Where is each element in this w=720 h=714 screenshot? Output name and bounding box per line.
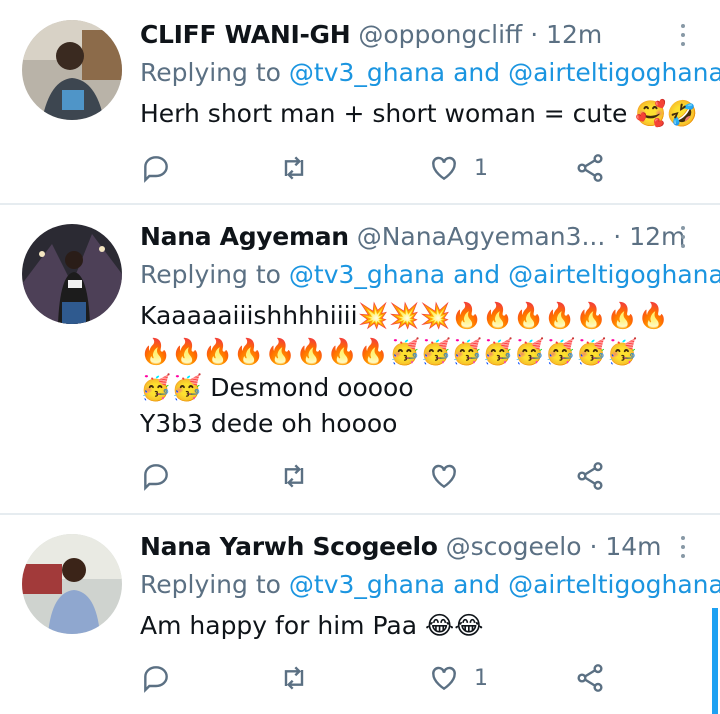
like-button[interactable]: 1 [428, 148, 488, 188]
avatar[interactable] [22, 534, 122, 634]
retweet-button[interactable] [278, 658, 310, 698]
mention-link[interactable]: @airteltigoghana [508, 260, 720, 289]
tweet-actions [0, 456, 720, 496]
mention-link[interactable]: @airteltigoghana [508, 58, 720, 87]
display-name[interactable]: Nana Yarwh Scogeelo [140, 532, 438, 561]
user-handle[interactable]: @scogeelo [446, 532, 582, 561]
like-count: 1 [474, 155, 488, 181]
like-button[interactable]: 1 [428, 658, 488, 698]
separator-dot: · [589, 532, 598, 561]
replying-to: Replying to @tv3_ghana and @airteltigogh… [140, 56, 720, 90]
replying-to-label: Replying to [140, 570, 281, 599]
retweet-button[interactable] [278, 148, 310, 188]
more-vertical-icon[interactable] [676, 24, 690, 50]
reply-button[interactable] [140, 456, 172, 496]
like-button[interactable] [428, 456, 474, 496]
tweet-text-line: 🔥🔥🔥🔥🔥🔥🔥🔥🥳🥳🥳🥳🥳🥳🥳🥳 [140, 337, 639, 366]
divider [0, 513, 720, 515]
mention-link[interactable]: @tv3_ghana [289, 260, 445, 289]
tweet-text: Herh short man + short woman = cute 🥰🤣 [140, 96, 700, 132]
display-name[interactable]: CLIFF WANI-GH [140, 20, 351, 49]
reply-button[interactable] [140, 658, 172, 698]
share-button[interactable] [574, 658, 606, 698]
and-word: and [453, 260, 501, 289]
tweet-actions: 1 [0, 658, 720, 698]
tweet-1[interactable]: CLIFF WANI-GH @oppongcliff · 12m Replyin… [0, 18, 720, 202]
reply-button[interactable] [140, 148, 172, 188]
tweet-header: Nana Agyeman @NanaAgyeman3... · 12m [140, 220, 685, 254]
replying-to-label: Replying to [140, 58, 281, 87]
tweet-text-line: Am happy for him Paa 😂😂 [140, 611, 484, 640]
heart-icon [432, 156, 456, 181]
display-name[interactable]: Nana Agyeman [140, 222, 349, 251]
tweet-3[interactable]: Nana Yarwh Scogeelo @scogeelo · 14m Repl… [0, 530, 720, 714]
separator-dot: · [530, 20, 539, 49]
reply-icon [144, 156, 168, 183]
more-vertical-icon[interactable] [676, 536, 690, 562]
reply-icon [144, 464, 168, 491]
user-handle[interactable]: @oppongcliff [358, 20, 522, 49]
tweet-text-line: 🥳🥳 Desmond ooooo [140, 373, 414, 402]
mention-link[interactable]: @tv3_ghana [289, 58, 445, 87]
separator-dot: · [613, 222, 622, 251]
tweet-text: Am happy for him Paa 😂😂 [140, 608, 700, 644]
and-word: and [453, 570, 501, 599]
share-icon [577, 462, 603, 490]
divider [0, 203, 720, 205]
avatar[interactable] [22, 224, 122, 324]
tweet-2[interactable]: Nana Agyeman @NanaAgyeman3... · 12m Repl… [0, 220, 720, 510]
share-icon [577, 664, 603, 692]
share-button[interactable] [574, 456, 606, 496]
replying-to: Replying to @tv3_ghana and @airteltigogh… [140, 568, 720, 602]
avatar[interactable] [22, 20, 122, 120]
tweet-header: Nana Yarwh Scogeelo @scogeelo · 14m [140, 530, 662, 564]
reply-icon [144, 666, 168, 693]
retweet-icon [284, 666, 304, 690]
mention-link[interactable]: @airteltigoghana [508, 570, 720, 599]
timestamp[interactable]: 12m [546, 20, 602, 49]
share-button[interactable] [574, 148, 606, 188]
and-word: and [453, 58, 501, 87]
more-vertical-icon[interactable] [676, 226, 690, 252]
heart-icon [432, 464, 456, 489]
tweet-text-line: Kaaaaaiiishhhhiiii💥💥💥🔥🔥🔥🔥🔥🔥🔥 [140, 301, 669, 330]
timestamp[interactable]: 14m [605, 532, 661, 561]
retweet-icon [284, 464, 304, 488]
tweet-header: CLIFF WANI-GH @oppongcliff · 12m [140, 18, 602, 52]
tweet-text: Kaaaaaiiishhhhiiii💥💥💥🔥🔥🔥🔥🔥🔥🔥 🔥🔥🔥🔥🔥🔥🔥🔥🥳🥳🥳… [140, 298, 700, 442]
replying-to: Replying to @tv3_ghana and @airteltigogh… [140, 258, 720, 292]
tweet-text-line: Herh short man + short woman = cute 🥰🤣 [140, 99, 698, 128]
user-handle[interactable]: @NanaAgyeman3... [357, 222, 606, 251]
retweet-icon [284, 156, 304, 180]
tweet-text-line: Y3b3 dede oh hoooo [140, 409, 398, 438]
tweet-actions: 1 [0, 148, 720, 188]
retweet-button[interactable] [278, 456, 310, 496]
scrollbar[interactable] [712, 608, 718, 714]
like-count: 1 [474, 665, 488, 691]
heart-icon [432, 666, 456, 691]
mention-link[interactable]: @tv3_ghana [289, 570, 445, 599]
replying-to-label: Replying to [140, 260, 281, 289]
share-icon [577, 154, 603, 182]
